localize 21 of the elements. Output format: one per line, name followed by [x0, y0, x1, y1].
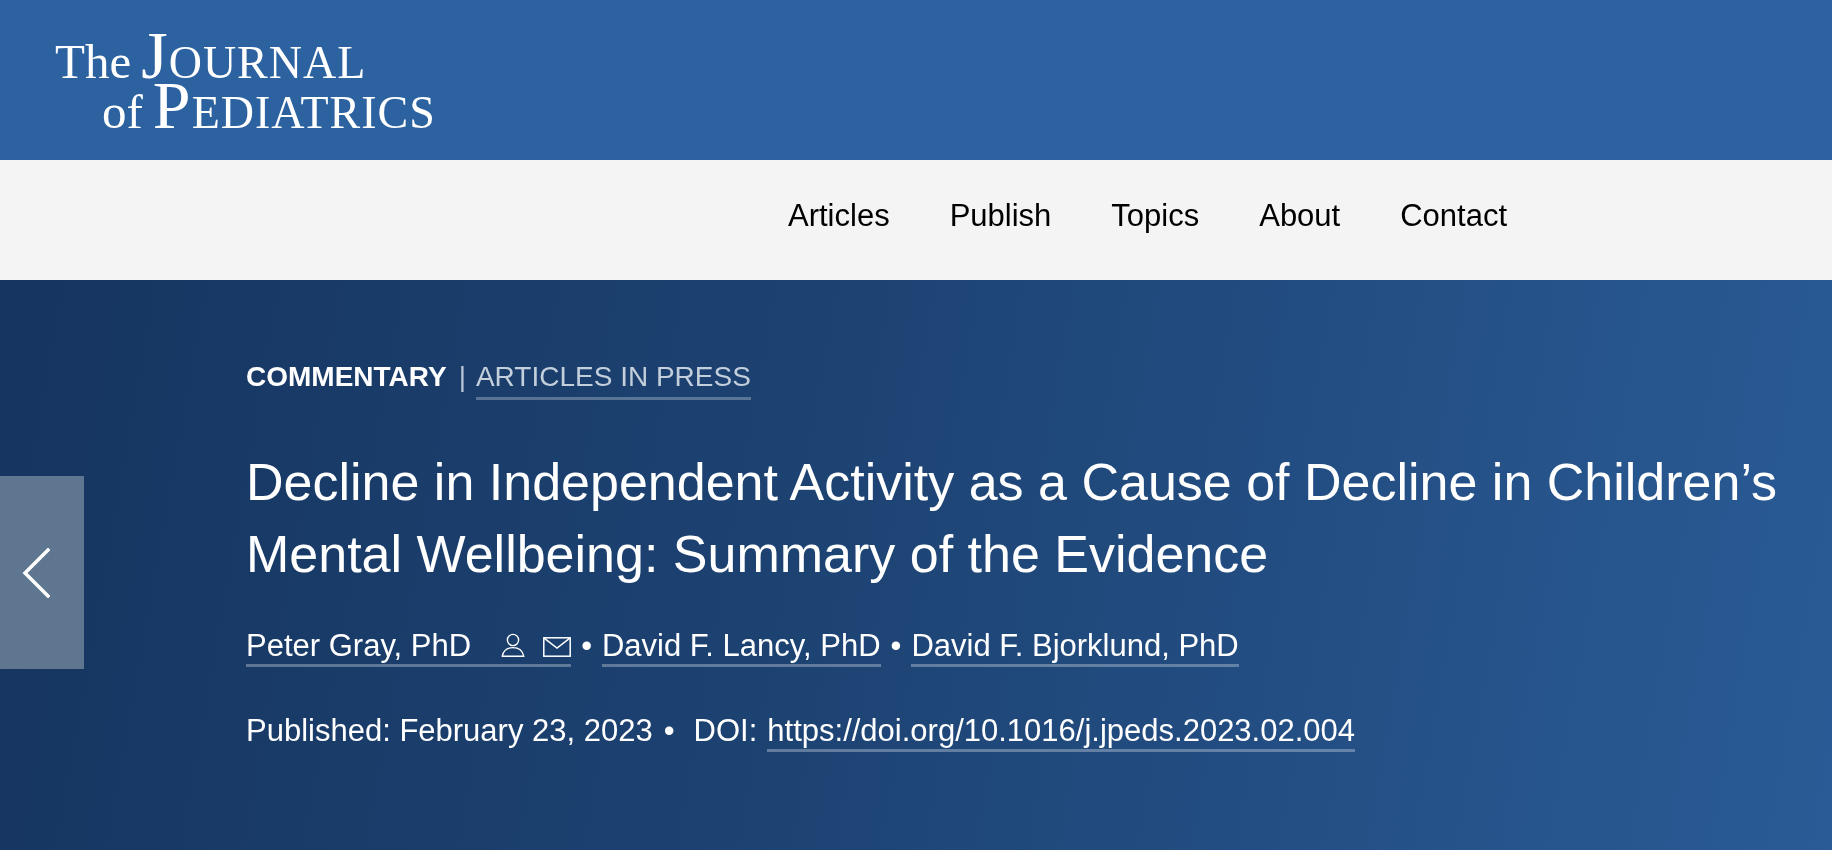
nav-link[interactable]: Topics — [1111, 197, 1200, 235]
doi-label: DOI: — [693, 712, 758, 748]
doi-link[interactable]: https://doi.org/10.1016/j.jpeds.2023.02.004 — [767, 711, 1356, 752]
bullet-separator: • — [890, 626, 902, 664]
nav-link[interactable]: Articles — [788, 197, 890, 235]
nav-link[interactable]: Publish — [949, 197, 1052, 235]
nav-link[interactable]: Contact — [1400, 197, 1508, 235]
author-link[interactable]: David F. Lancy, PhD — [602, 626, 881, 667]
nav-link[interactable]: About — [1259, 197, 1341, 235]
author-link[interactable]: Peter Gray, PhD — [246, 626, 572, 667]
journal-logo[interactable]: The JOURNAL of PEDIATRICS — [55, 30, 436, 130]
article-category: COMMENTARY — [246, 361, 447, 392]
articles-in-press-link[interactable]: ARTICLES IN PRESS — [475, 360, 751, 400]
publication-date: Published: February 23, 2023 — [246, 712, 653, 748]
previous-button[interactable] — [0, 476, 84, 669]
article-title: Decline in Independent Activity as a Cause of Decline in Children’s Mental Wellbeing: Summary of the Evidence — [246, 451, 1779, 585]
chevron-left-icon — [22, 547, 50, 598]
separator: | — [458, 361, 466, 392]
bullet-separator: • — [663, 711, 675, 749]
bullet-separator: • — [581, 626, 592, 664]
author-link[interactable]: David F. Bjorklund, PhD — [911, 626, 1239, 667]
